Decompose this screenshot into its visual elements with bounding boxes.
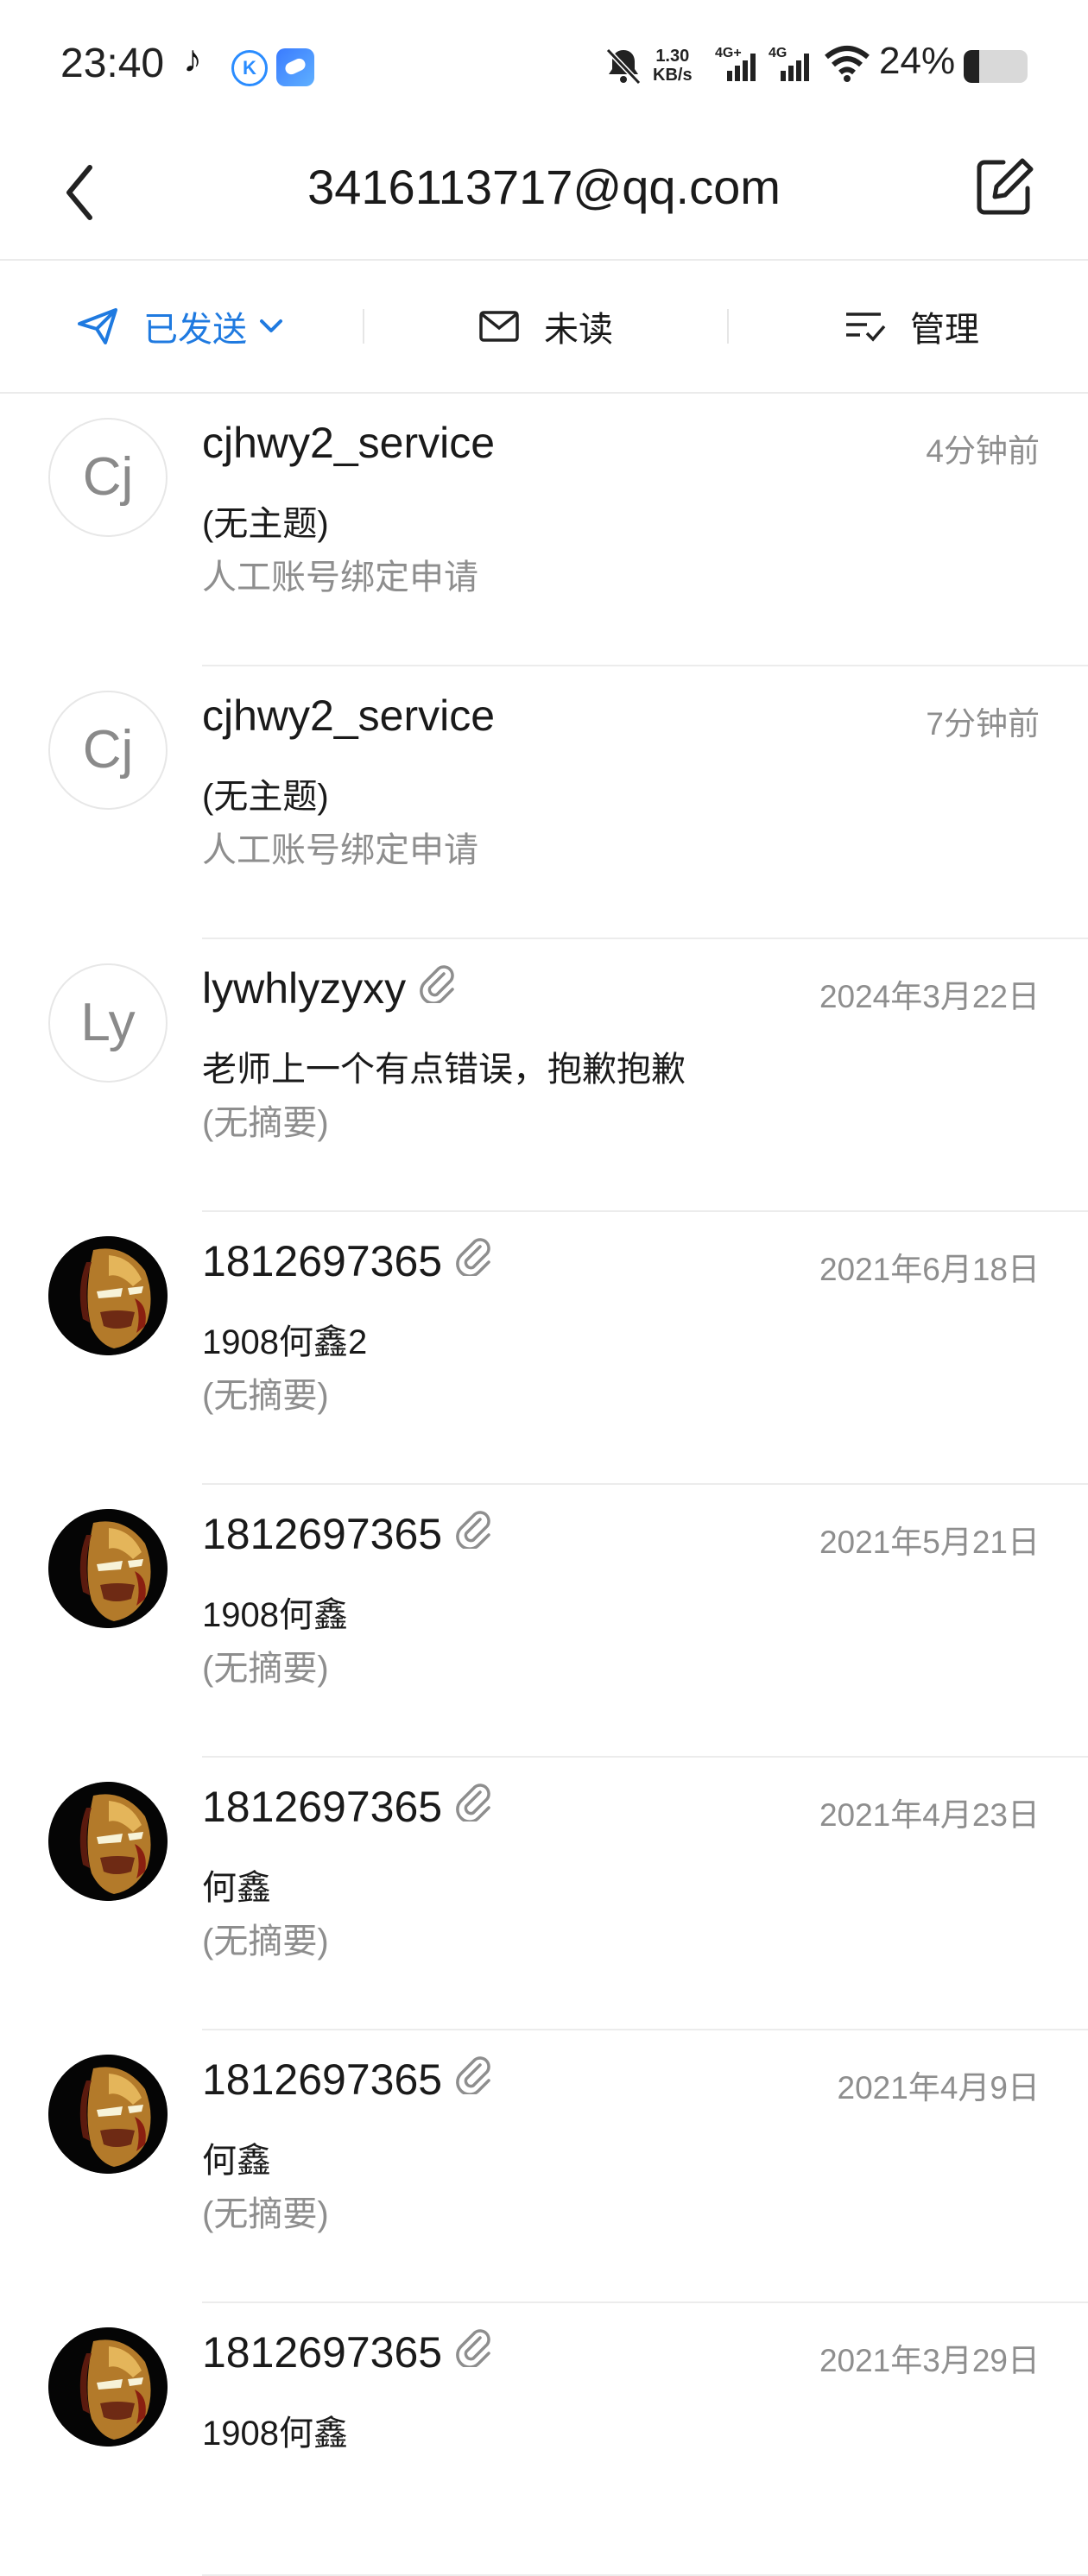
mail-sender: 1812697365 — [202, 2055, 494, 2105]
mail-list-item[interactable]: Cj cjhwy2_service 7分钟前 (无主题) 人工账号绑定申请 — [0, 666, 1088, 939]
header-bar: 3416113717@qq.com — [0, 129, 1088, 261]
send-icon — [78, 308, 117, 344]
mail-list-item[interactable]: Ly lywhlyzyxy 2024年3月22日老师上一个有点错误，抱歉抱歉 (无摘要… — [0, 939, 1088, 1212]
tiktok-icon: ♪ — [183, 38, 202, 80]
mail-sender: cjhwy2_service — [202, 418, 495, 468]
mail-date: 2021年3月29日 — [819, 2343, 1040, 2378]
mail-sender-name: 1812697365 — [202, 1783, 443, 1831]
mail-summary: (无摘要) — [202, 1377, 329, 1415]
mail-subject: (无主题) — [202, 505, 329, 543]
mail-sender-name: cjhwy2_service — [202, 691, 496, 740]
tab-divider — [363, 309, 364, 344]
mail-subject: 1908何鑫2 — [202, 1323, 368, 1361]
signal2-label: 4G — [769, 46, 787, 60]
battery-fill — [964, 50, 979, 83]
mail-sender: cjhwy2_service — [202, 691, 495, 741]
attachment-paperclip-icon — [454, 1509, 494, 1559]
attachment-paperclip-icon — [454, 2055, 494, 2105]
mail-subject: (无主题) — [202, 778, 329, 816]
attachment-paperclip-icon — [418, 963, 458, 1013]
mail-list-item[interactable]: Cj cjhwy2_service 4分钟前 (无主题) 人工账号绑定申请 — [0, 394, 1088, 666]
mail-sender: 1812697365 — [202, 2327, 494, 2377]
mail-sender: 1812697365 — [202, 1236, 494, 1286]
mail-sender: lywhlyzyxy — [202, 963, 458, 1013]
app-notification-icon — [276, 48, 314, 86]
mail-summary: (无摘要) — [202, 1923, 329, 1960]
mailbox-title: 3416113717@qq.com — [307, 160, 781, 214]
k-app-icon: K — [231, 50, 268, 86]
mail-date: 2021年5月21日 — [819, 1525, 1040, 1560]
tab-sent-label: 已发送 — [143, 311, 247, 349]
signal-icon: 4G — [769, 45, 812, 89]
mail-date: 2021年4月23日 — [819, 1797, 1040, 1833]
mail-summary: (无摘要) — [202, 2195, 329, 2233]
sender-avatar: Ly — [48, 963, 168, 1083]
mail-summary: (无摘要) — [202, 1650, 329, 1688]
tab-unread[interactable]: 未读 — [478, 261, 613, 392]
mail-subject: 何鑫 — [202, 2142, 271, 2180]
tab-unread-label: 未读 — [544, 311, 613, 349]
mail-list-item[interactable]: 1812697365 2021年6月18日 1908何鑫2 (无摘要) — [0, 1212, 1088, 1485]
sender-avatar — [48, 1782, 168, 1901]
net-speed-unit: KB/s — [653, 66, 693, 85]
sender-avatar: Cj — [48, 691, 168, 810]
attachment-paperclip-icon — [454, 2327, 494, 2377]
net-speed: 1.30 KB/s — [653, 47, 693, 85]
sender-avatar — [48, 2327, 168, 2447]
tab-divider — [727, 309, 729, 344]
status-bar: 23:40 ♪ K 1.30 KB/s 4G+ 4G 24% — [0, 0, 1088, 129]
mail-subject: 1908何鑫 — [202, 2415, 348, 2453]
mail-date: 2021年6月18日 — [819, 1252, 1040, 1287]
mail-date: 2021年4月9日 — [837, 2070, 1040, 2106]
mail-sender-name: 1812697365 — [202, 2328, 443, 2377]
mail-list-item[interactable]: 1812697365 2021年3月29日 1908何鑫 — [0, 2303, 1088, 2576]
mail-date: 7分钟前 — [926, 706, 1040, 742]
envelope-icon — [479, 311, 519, 342]
battery-icon — [964, 50, 1028, 83]
signal-icon: 4G+ — [715, 45, 758, 89]
mail-list-item[interactable]: 1812697365 2021年5月21日 1908何鑫 (无摘要) — [0, 1485, 1088, 1758]
tab-manage[interactable]: 管理 — [844, 261, 979, 392]
mail-summary: 人工账号绑定申请 — [202, 831, 478, 869]
mail-summary: 人工账号绑定申请 — [202, 559, 478, 597]
mail-sender-name: 1812697365 — [202, 1237, 443, 1285]
mail-list-item[interactable]: 1812697365 2021年4月23日何鑫 (无摘要) — [0, 1758, 1088, 2030]
tab-manage-label: 管理 — [910, 311, 979, 349]
mail-sender: 1812697365 — [202, 1782, 494, 1832]
chevron-down-icon — [260, 319, 282, 332]
mail-sender-name: lywhlyzyxy — [202, 964, 407, 1013]
filter-bar: 已发送 未读 管理 — [0, 261, 1088, 394]
attachment-paperclip-icon — [454, 1782, 494, 1832]
compose-icon[interactable] — [974, 155, 1036, 222]
sender-avatar: Cj — [48, 418, 168, 537]
bell-muted-icon — [604, 47, 642, 91]
mail-sender-name: cjhwy2_service — [202, 419, 496, 467]
tab-sent-folder[interactable]: 已发送 — [76, 261, 283, 392]
sender-avatar — [48, 1236, 168, 1355]
mail-subject: 老师上一个有点错误，抱歉抱歉 — [202, 1051, 686, 1089]
mail-summary: (无摘要) — [202, 1104, 329, 1142]
mail-list-item[interactable]: 1812697365 2021年4月9日何鑫 (无摘要) — [0, 2030, 1088, 2303]
manage-list-icon — [846, 313, 886, 342]
mail-sender-name: 1812697365 — [202, 2055, 443, 2104]
status-time: 23:40 — [60, 41, 165, 86]
attachment-paperclip-icon — [454, 1236, 494, 1286]
sender-avatar — [48, 1509, 168, 1628]
mail-sender-name: 1812697365 — [202, 1510, 443, 1558]
mail-date: 4分钟前 — [926, 433, 1040, 469]
mail-subject: 何鑫 — [202, 1869, 271, 1907]
mail-sender: 1812697365 — [202, 1509, 494, 1559]
battery-percent: 24% — [879, 40, 956, 82]
sender-avatar — [48, 2055, 168, 2174]
wifi-icon — [824, 45, 870, 87]
mail-date: 2024年3月22日 — [819, 979, 1040, 1014]
signal1-label: 4G+ — [715, 46, 742, 60]
net-speed-value: 1.30 — [655, 47, 690, 66]
mail-subject: 1908何鑫 — [202, 1596, 348, 1634]
